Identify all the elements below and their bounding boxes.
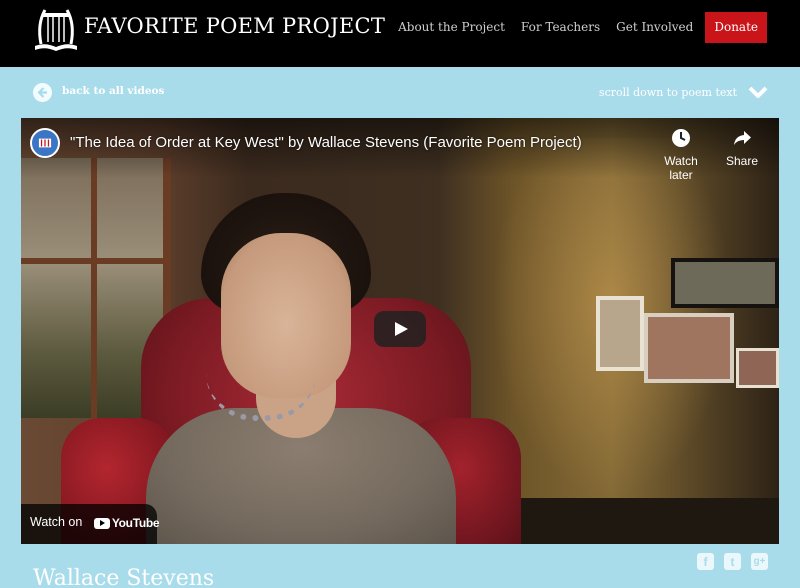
- channel-avatar-icon[interactable]: [30, 128, 60, 158]
- lyre-book-logo[interactable]: [33, 4, 79, 52]
- site-title[interactable]: FAVORITE POEM PROJECT: [84, 14, 385, 38]
- watch-later-button[interactable]: Watch later: [651, 128, 711, 182]
- donate-button[interactable]: Donate: [705, 12, 767, 43]
- share-label: Share: [725, 154, 759, 168]
- poet-name-heading: Wallace Stevens: [33, 566, 215, 588]
- site-header: FAVORITE POEM PROJECT About the Project …: [0, 0, 800, 67]
- play-icon[interactable]: [374, 311, 426, 347]
- arrow-left-circle-icon[interactable]: [33, 83, 52, 102]
- nav-teachers[interactable]: For Teachers: [513, 12, 608, 43]
- watch-on-label: Watch on: [30, 515, 83, 529]
- back-to-videos-link[interactable]: back to all videos: [62, 85, 164, 97]
- video-still-frame: [644, 313, 734, 383]
- facebook-icon[interactable]: f: [697, 553, 714, 570]
- youtube-logo-icon: YouTube: [93, 515, 160, 530]
- watch-on-youtube-button[interactable]: Watch on YouTube: [21, 504, 160, 544]
- chevron-down-icon[interactable]: [748, 84, 768, 100]
- share-button[interactable]: Share: [712, 128, 772, 168]
- video-title[interactable]: "The Idea of Order at Key West" by Walla…: [70, 134, 582, 151]
- video-still-frame: [671, 258, 779, 308]
- nav-get-involved[interactable]: Get Involved: [608, 12, 701, 43]
- google-plus-icon[interactable]: g+: [751, 553, 768, 570]
- watch-later-label: Watch later: [664, 154, 698, 182]
- video-still-frame: [596, 296, 644, 371]
- main-nav: About the Project For Teachers Get Invol…: [390, 12, 767, 43]
- clock-icon: [672, 129, 690, 147]
- scroll-to-poem-link[interactable]: scroll down to poem text: [599, 86, 737, 99]
- twitter-icon[interactable]: t: [724, 553, 741, 570]
- share-arrow-icon: [734, 131, 751, 145]
- video-player[interactable]: "The Idea of Order at Key West" by Walla…: [21, 118, 779, 544]
- nav-about[interactable]: About the Project: [390, 12, 513, 43]
- video-still-frame: [736, 348, 779, 388]
